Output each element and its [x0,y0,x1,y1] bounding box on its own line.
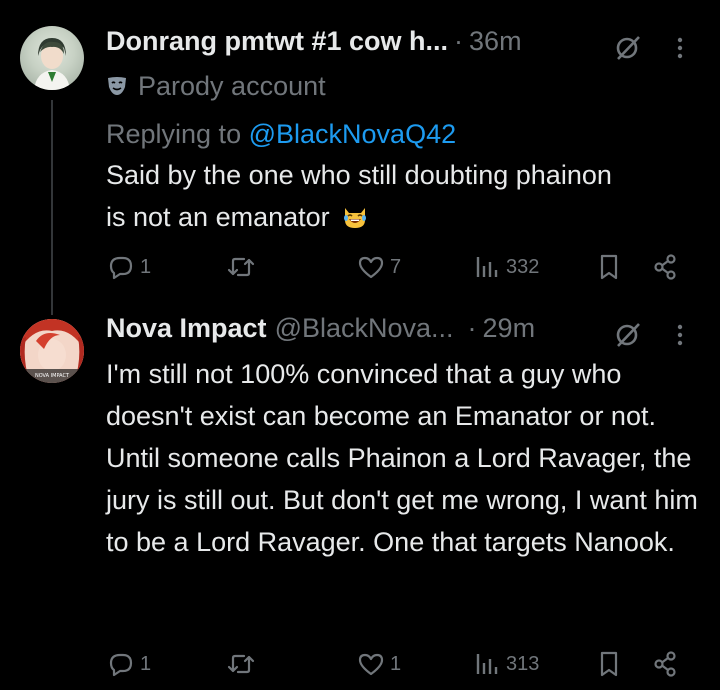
separator-dot: · [467,313,477,343]
action-bar: 1 1 313 [106,647,704,681]
retweet-icon [227,257,255,277]
like-button[interactable]: 7 [356,252,401,282]
tweet-text: I'm still not 100% convinced that a guy … [106,359,698,557]
more-icon[interactable] [664,319,696,351]
replying-to-label: Replying to [106,119,242,149]
action-bar: 1 7 332 [106,250,704,284]
reply-icon [109,256,133,280]
reply-icon [109,653,133,677]
like-button[interactable]: 1 [356,649,401,679]
views-button[interactable]: 332 [472,252,539,282]
parody-badge: Parody account [106,66,704,106]
bookmark-button[interactable] [594,252,624,282]
display-name[interactable]: Donrang pmtwt #1 cow h... [106,26,448,57]
reply-button[interactable]: 1 [106,252,151,282]
like-icon [358,256,384,279]
bookmark-icon [600,254,618,280]
grok-icon[interactable] [612,32,644,64]
retweet-button[interactable] [226,252,260,282]
like-count: 1 [390,652,402,675]
bookmark-button[interactable] [594,649,624,679]
grok-icon[interactable] [612,319,644,351]
separator-dot: · [454,26,464,56]
tweet-text: Said by the one who still doubting phain… [106,154,626,238]
timestamp[interactable]: 29m [483,313,536,344]
user-handle[interactable]: @BlackNova... [275,313,454,344]
views-icon [476,654,498,674]
share-button[interactable] [650,252,680,282]
like-icon [358,653,384,676]
tweet[interactable]: NOVA IMPACT Nova Impact @BlackNova... · … [0,305,720,690]
parody-label: Parody account [138,70,326,101]
display-name[interactable]: Nova Impact [106,313,267,344]
mention-link[interactable]: @BlackNovaQ42 [249,119,457,149]
laughing-cat-emoji [341,200,369,228]
reply-count: 1 [140,255,152,278]
share-icon [654,254,676,280]
views-icon [476,257,498,277]
reply-button[interactable]: 1 [106,649,151,679]
view-count: 313 [506,652,540,675]
bookmark-icon [600,651,618,677]
tweet[interactable]: Donrang pmtwt #1 cow h... · 36m Parody a… [0,0,720,315]
replying-to: Replying to @BlackNovaQ42 [106,114,704,154]
retweet-button[interactable] [226,649,260,679]
views-button[interactable]: 313 [472,649,539,679]
timestamp[interactable]: 36m [469,26,522,57]
share-button[interactable] [650,649,680,679]
thread-line [51,100,53,315]
svg-text:NOVA IMPACT: NOVA IMPACT [35,373,70,379]
view-count: 332 [506,255,540,278]
avatar[interactable] [20,26,84,90]
like-count: 7 [390,255,402,278]
avatar[interactable]: NOVA IMPACT [20,319,84,383]
more-icon[interactable] [664,32,696,64]
reply-count: 1 [140,652,152,675]
parody-mask-icon [108,77,126,95]
share-icon [654,651,676,677]
retweet-icon [227,654,255,674]
